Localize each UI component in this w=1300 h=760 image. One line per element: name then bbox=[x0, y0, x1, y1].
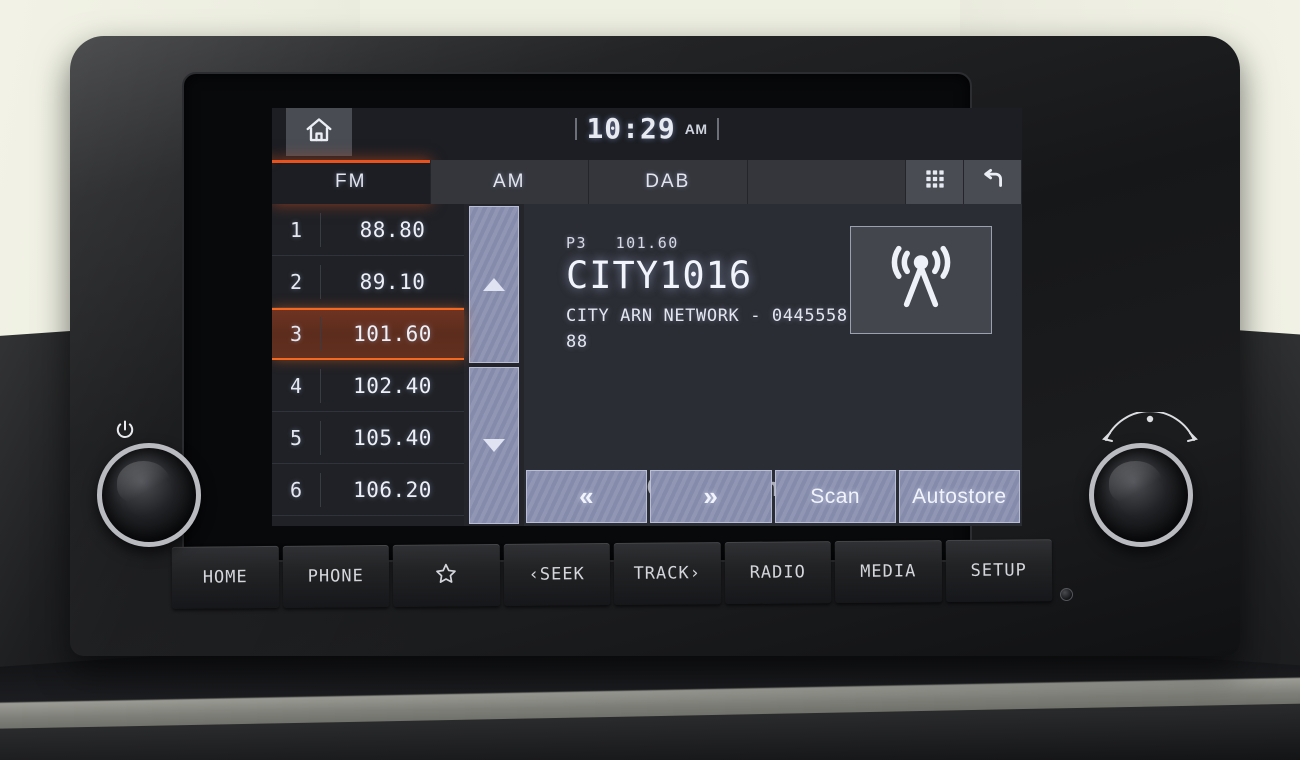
preset-indicator: P3 bbox=[566, 234, 588, 252]
hw-media-button[interactable]: MEDIA bbox=[834, 540, 942, 604]
preset-scrollbar bbox=[464, 204, 524, 526]
tab-empty[interactable] bbox=[747, 160, 906, 204]
seek-down-label: « bbox=[579, 481, 595, 511]
scene-root: 10:29 AM FM AM DAB 1 88.80 2 89.10 3 101… bbox=[0, 0, 1300, 760]
hw-seek-label: ‹SEEK bbox=[528, 564, 585, 585]
band-tab-bar: FM AM DAB bbox=[272, 160, 1022, 204]
tab-am[interactable]: AM bbox=[430, 160, 589, 204]
main-content: 1 88.80 2 89.10 3 101.60 4 102.40 5 105.… bbox=[272, 204, 1022, 526]
autostore-button[interactable]: Autostore bbox=[898, 470, 1020, 523]
hw-track-button[interactable]: TRACK› bbox=[613, 542, 721, 605]
hw-radio-button[interactable]: RADIO bbox=[724, 541, 832, 605]
reset-pinhole-icon bbox=[1059, 587, 1074, 602]
tune-knob[interactable] bbox=[1089, 443, 1193, 547]
seek-down-button[interactable]: « bbox=[526, 470, 648, 523]
hw-setup-label: SETUP bbox=[970, 560, 1027, 581]
hw-seek-button[interactable]: ‹SEEK bbox=[503, 543, 611, 606]
hw-track-label: TRACK› bbox=[633, 563, 702, 584]
preset-row-3-selected[interactable]: 3 101.60 bbox=[272, 308, 464, 360]
seek-up-label: » bbox=[703, 481, 719, 511]
station-logo-box bbox=[850, 226, 992, 334]
preset-number: 1 bbox=[289, 217, 303, 242]
scroll-up-button[interactable] bbox=[469, 206, 519, 363]
hw-home-label: HOME bbox=[202, 567, 248, 588]
preset-frequency: 106.20 bbox=[353, 477, 432, 502]
status-bar: 10:29 AM bbox=[272, 108, 1022, 160]
seek-up-button[interactable]: » bbox=[650, 470, 772, 523]
clock-time: 10:29 bbox=[586, 112, 676, 145]
hw-phone-button[interactable]: PHONE bbox=[282, 544, 390, 608]
clock-ampm: AM bbox=[684, 120, 708, 137]
power-volume-knob[interactable] bbox=[97, 443, 201, 547]
preset-list: 1 88.80 2 89.10 3 101.60 4 102.40 5 105.… bbox=[272, 204, 464, 526]
keypad-grid-icon bbox=[922, 166, 948, 198]
preset-number: 3 bbox=[289, 322, 303, 346]
tab-dab-label: DAB bbox=[645, 171, 691, 192]
preset-frequency: 89.10 bbox=[359, 269, 426, 294]
preset-row-2[interactable]: 2 89.10 bbox=[272, 256, 464, 308]
preset-frequency: 101.60 bbox=[353, 322, 432, 346]
preset-number: 2 bbox=[289, 269, 303, 294]
preset-frequency: 88.80 bbox=[359, 217, 426, 242]
tab-am-label: AM bbox=[493, 171, 526, 192]
preset-row-5[interactable]: 5 105.40 bbox=[272, 412, 464, 464]
scroll-up-arrow-icon bbox=[483, 278, 505, 291]
preset-row-4[interactable]: 4 102.40 bbox=[272, 360, 464, 412]
scroll-down-button[interactable] bbox=[469, 367, 519, 524]
preset-frequency: 105.40 bbox=[353, 425, 432, 450]
preset-row-6[interactable]: 6 106.20 bbox=[272, 464, 464, 516]
tune-arc-icon bbox=[1094, 410, 1206, 446]
preset-row-1[interactable]: 1 88.80 bbox=[272, 204, 464, 256]
now-playing-panel: P3 101.60 CITY1016 CITY ARN NETWORK - 04… bbox=[524, 204, 1022, 526]
preset-number: 5 bbox=[289, 425, 303, 450]
scan-button[interactable]: Scan bbox=[774, 470, 896, 523]
hw-radio-label: RADIO bbox=[749, 562, 806, 583]
transport-controls: « » Scan Autostore bbox=[524, 470, 1022, 526]
keypad-button[interactable] bbox=[906, 160, 964, 204]
back-button[interactable] bbox=[964, 160, 1022, 204]
tab-fm-label: FM bbox=[335, 171, 367, 192]
radio-antenna-icon bbox=[882, 242, 960, 319]
hw-home-button[interactable]: HOME bbox=[171, 545, 279, 609]
scan-label: Scan bbox=[810, 484, 861, 508]
autostore-label: Autostore bbox=[912, 484, 1007, 508]
back-arrow-icon bbox=[980, 166, 1006, 198]
hw-phone-label: PHONE bbox=[307, 566, 364, 587]
touchscreen-display[interactable]: 10:29 AM FM AM DAB 1 88.80 2 89.10 3 101… bbox=[272, 108, 1022, 526]
hw-setup-button[interactable]: SETUP bbox=[945, 539, 1053, 603]
preset-number: 4 bbox=[289, 373, 303, 398]
hardware-button-row: HOME PHONE ‹SEEK TRACK› RADIO MEDIA SETU… bbox=[171, 539, 1053, 609]
tab-fm[interactable]: FM bbox=[272, 160, 431, 204]
hw-media-label: MEDIA bbox=[860, 561, 917, 582]
current-frequency: 101.60 bbox=[615, 234, 679, 252]
scroll-down-arrow-icon bbox=[483, 439, 505, 452]
tab-dab[interactable]: DAB bbox=[589, 160, 748, 204]
clock-divider-left bbox=[575, 117, 578, 140]
radio-text-line-2: 88 bbox=[566, 332, 588, 352]
hw-favorite-button[interactable] bbox=[392, 543, 500, 607]
preset-frequency: 102.40 bbox=[353, 373, 432, 398]
clock-divider-right bbox=[716, 117, 719, 140]
star-icon bbox=[434, 561, 458, 590]
preset-number: 6 bbox=[289, 477, 303, 502]
clock: 10:29 AM bbox=[272, 112, 1022, 145]
power-icon bbox=[113, 418, 137, 442]
